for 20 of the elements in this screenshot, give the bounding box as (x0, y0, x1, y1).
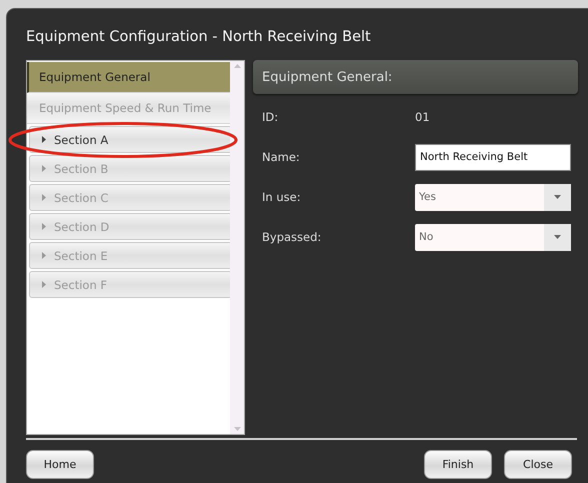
field-label: In use: (262, 190, 302, 204)
scroll-up-icon[interactable] (234, 64, 240, 68)
scroll-down-icon[interactable] (234, 427, 240, 431)
input-field[interactable]: North Receiving Belt (415, 144, 571, 170)
dropdown-arrow-icon[interactable] (554, 195, 561, 199)
nav-item[interactable]: Equipment General (27, 62, 230, 93)
nav-item[interactable]: Section A (29, 126, 232, 153)
field-value: 01 (415, 110, 430, 124)
expand-arrow-icon[interactable] (42, 136, 46, 143)
dropdown-arrow-icon[interactable] (554, 235, 561, 239)
field-label: ID: (262, 110, 280, 124)
dropdown[interactable]: No (415, 224, 571, 250)
dropdown[interactable]: Yes (415, 184, 571, 210)
footer-button[interactable]: Finish (424, 450, 492, 479)
footer-button[interactable]: Close (504, 450, 572, 479)
section-header: Equipment General: (253, 60, 578, 94)
field-label: Name: (262, 150, 301, 164)
window-title: Equipment Configuration - North Receiving Belt (26, 29, 372, 47)
field-label: Bypassed: (262, 230, 322, 244)
footer-button[interactable]: Home (26, 450, 94, 479)
